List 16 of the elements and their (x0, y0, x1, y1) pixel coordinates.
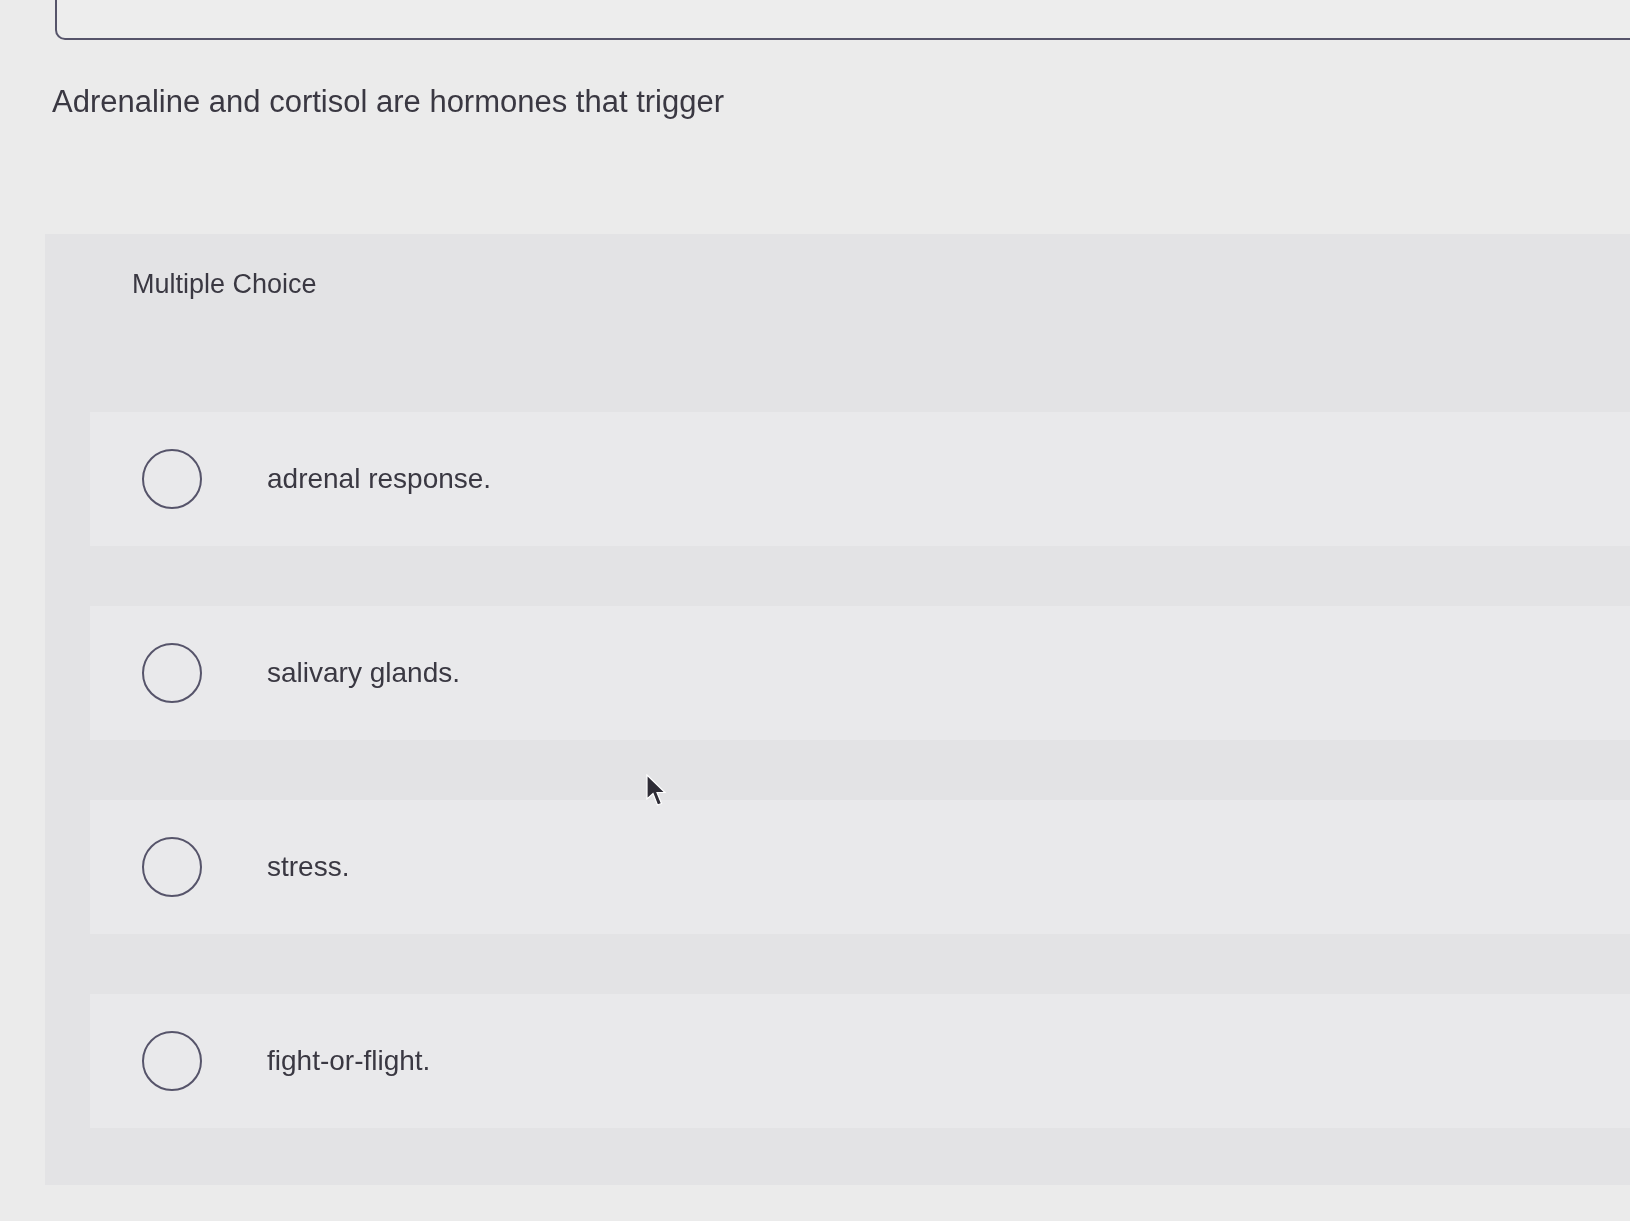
option-label: salivary glands. (267, 656, 460, 690)
mouse-cursor-icon (645, 774, 667, 808)
radio-button[interactable] (142, 449, 202, 509)
answer-option[interactable]: adrenal response. (90, 412, 1630, 546)
radio-button[interactable] (142, 1031, 202, 1091)
input-field[interactable] (55, 0, 1630, 40)
option-label: stress. (267, 850, 350, 884)
option-label: adrenal response. (267, 462, 492, 496)
answer-option[interactable]: fight-or-flight. (90, 994, 1630, 1128)
radio-button[interactable] (142, 643, 202, 703)
answer-option[interactable]: stress. (90, 800, 1630, 934)
option-label: fight-or-flight. (267, 1044, 431, 1078)
answer-option[interactable]: salivary glands. (90, 606, 1630, 740)
question-text: Adrenaline and cortisol are hormones that trigger (52, 83, 725, 121)
radio-button[interactable] (142, 837, 202, 897)
question-type-label: Multiple Choice (132, 268, 317, 301)
